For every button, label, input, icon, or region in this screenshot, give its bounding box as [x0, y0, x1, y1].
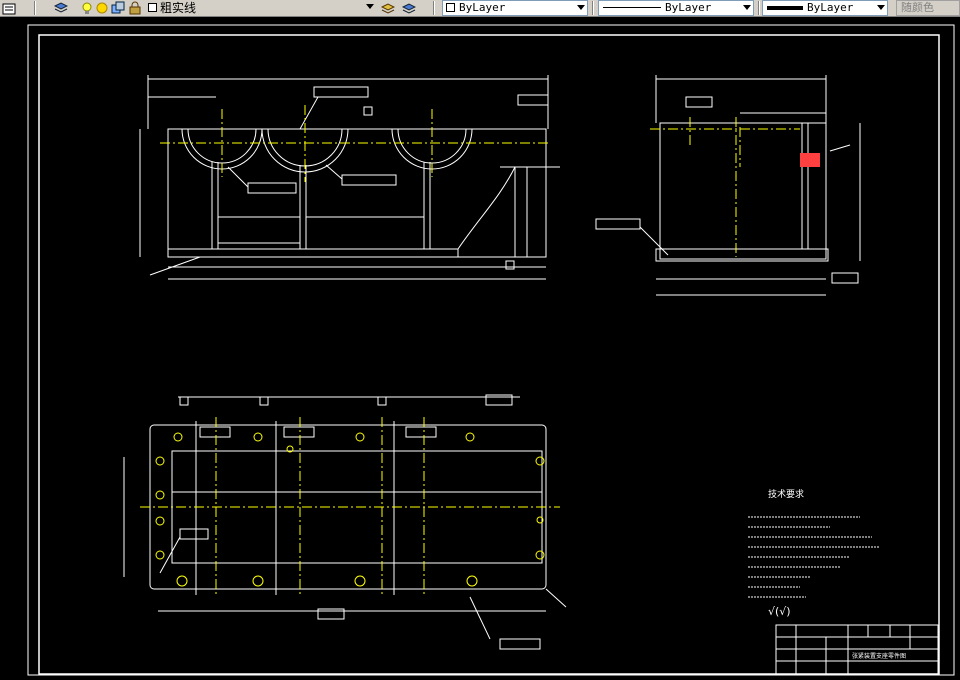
leader-line	[469, 596, 491, 640]
drawing-canvas[interactable]: 技术要求 √(√) 张紧装置支座零件图	[0, 17, 960, 680]
layer-on-lightbulb-icon[interactable]	[80, 1, 94, 15]
tolerance-frame	[595, 218, 641, 230]
top-view-centerlines	[140, 417, 560, 597]
side-view-body	[659, 122, 827, 260]
layer-freeze-sun-icon[interactable]	[95, 1, 109, 15]
toolbar-separator	[433, 1, 435, 15]
cad-drawing: 技术要求 √(√) 张紧装置支座零件图	[27, 24, 955, 676]
leader-line	[159, 536, 181, 574]
tolerance-frame	[685, 96, 713, 108]
datum-box	[505, 260, 515, 270]
side-view	[595, 75, 861, 296]
make-object-layer-current-icon[interactable]	[380, 1, 396, 15]
tolerance-frame	[247, 182, 297, 194]
leader-line	[227, 166, 249, 188]
leader-line	[639, 226, 669, 256]
chevron-down-icon[interactable]	[577, 5, 585, 10]
layer-stack-icon[interactable]	[53, 1, 69, 15]
chevron-down-icon[interactable]	[877, 5, 885, 10]
roughness-symbol: √(√)	[768, 605, 791, 618]
tolerance-frame	[341, 174, 397, 186]
linetype-value: ByLayer	[665, 1, 712, 14]
front-view-body	[167, 128, 547, 258]
side-view-centerlines	[650, 117, 800, 257]
leader-line	[299, 96, 319, 130]
tolerance-frame	[499, 638, 541, 650]
tolerance-frame	[517, 94, 549, 106]
color-control-dropdown[interactable]: ByLayer	[442, 0, 588, 16]
tech-req-lines	[748, 516, 880, 598]
section-wall	[514, 166, 528, 258]
plotstyle-control-dropdown: 随颜色	[896, 0, 960, 16]
layer-viewport-icon[interactable]	[111, 1, 125, 15]
layer-dropdown[interactable]	[146, 0, 376, 16]
layer-manager-icon[interactable]	[2, 1, 16, 15]
datum-box	[179, 396, 189, 406]
tolerance-frame	[199, 426, 231, 438]
layer-previous-icon[interactable]	[401, 1, 417, 15]
tolerance-frame	[831, 272, 859, 284]
lineweight-control-dropdown[interactable]: ByLayer	[762, 0, 888, 16]
chevron-down-icon[interactable]	[743, 5, 751, 10]
properties-toolbar: 粗实线 ByLayer ByLayer ByLayer 随颜色	[0, 0, 960, 17]
layer-lock-icon[interactable]	[128, 1, 142, 15]
color-value: ByLayer	[459, 1, 506, 14]
leader-line	[545, 588, 567, 608]
lineweight-value: ByLayer	[807, 1, 854, 14]
leader-line	[829, 144, 851, 152]
title-block	[775, 624, 939, 675]
title-block-drawing-title: 张紧装置支座零件图	[852, 652, 906, 660]
section-hatch	[800, 153, 820, 167]
chevron-down-icon[interactable]	[366, 4, 374, 9]
color-swatch	[446, 3, 455, 12]
inner-frame	[38, 34, 940, 675]
tolerance-frame	[405, 426, 437, 438]
technical-requirements: 技术要求 √(√)	[748, 488, 880, 618]
tolerance-frame	[283, 426, 315, 438]
toolbar-separator	[758, 1, 760, 15]
datum-box	[259, 396, 269, 406]
lineweight-preview-line	[767, 6, 803, 10]
tolerance-frame	[179, 528, 209, 540]
front-view	[139, 75, 560, 280]
datum-box	[377, 396, 387, 406]
tech-req-title: 技术要求	[768, 488, 804, 500]
datum-box	[363, 106, 373, 116]
plotstyle-value: 随颜色	[901, 1, 934, 14]
leader-line	[325, 164, 343, 180]
linetype-control-dropdown[interactable]: ByLayer	[598, 0, 754, 16]
linetype-preview-line	[603, 7, 661, 8]
leader-line	[149, 256, 201, 276]
tolerance-frame	[313, 86, 369, 98]
toolbar-separator	[592, 1, 594, 15]
toolbar-separator	[34, 1, 36, 15]
front-view-base-flange	[167, 248, 459, 258]
top-view	[123, 394, 567, 650]
break-line	[457, 166, 546, 250]
